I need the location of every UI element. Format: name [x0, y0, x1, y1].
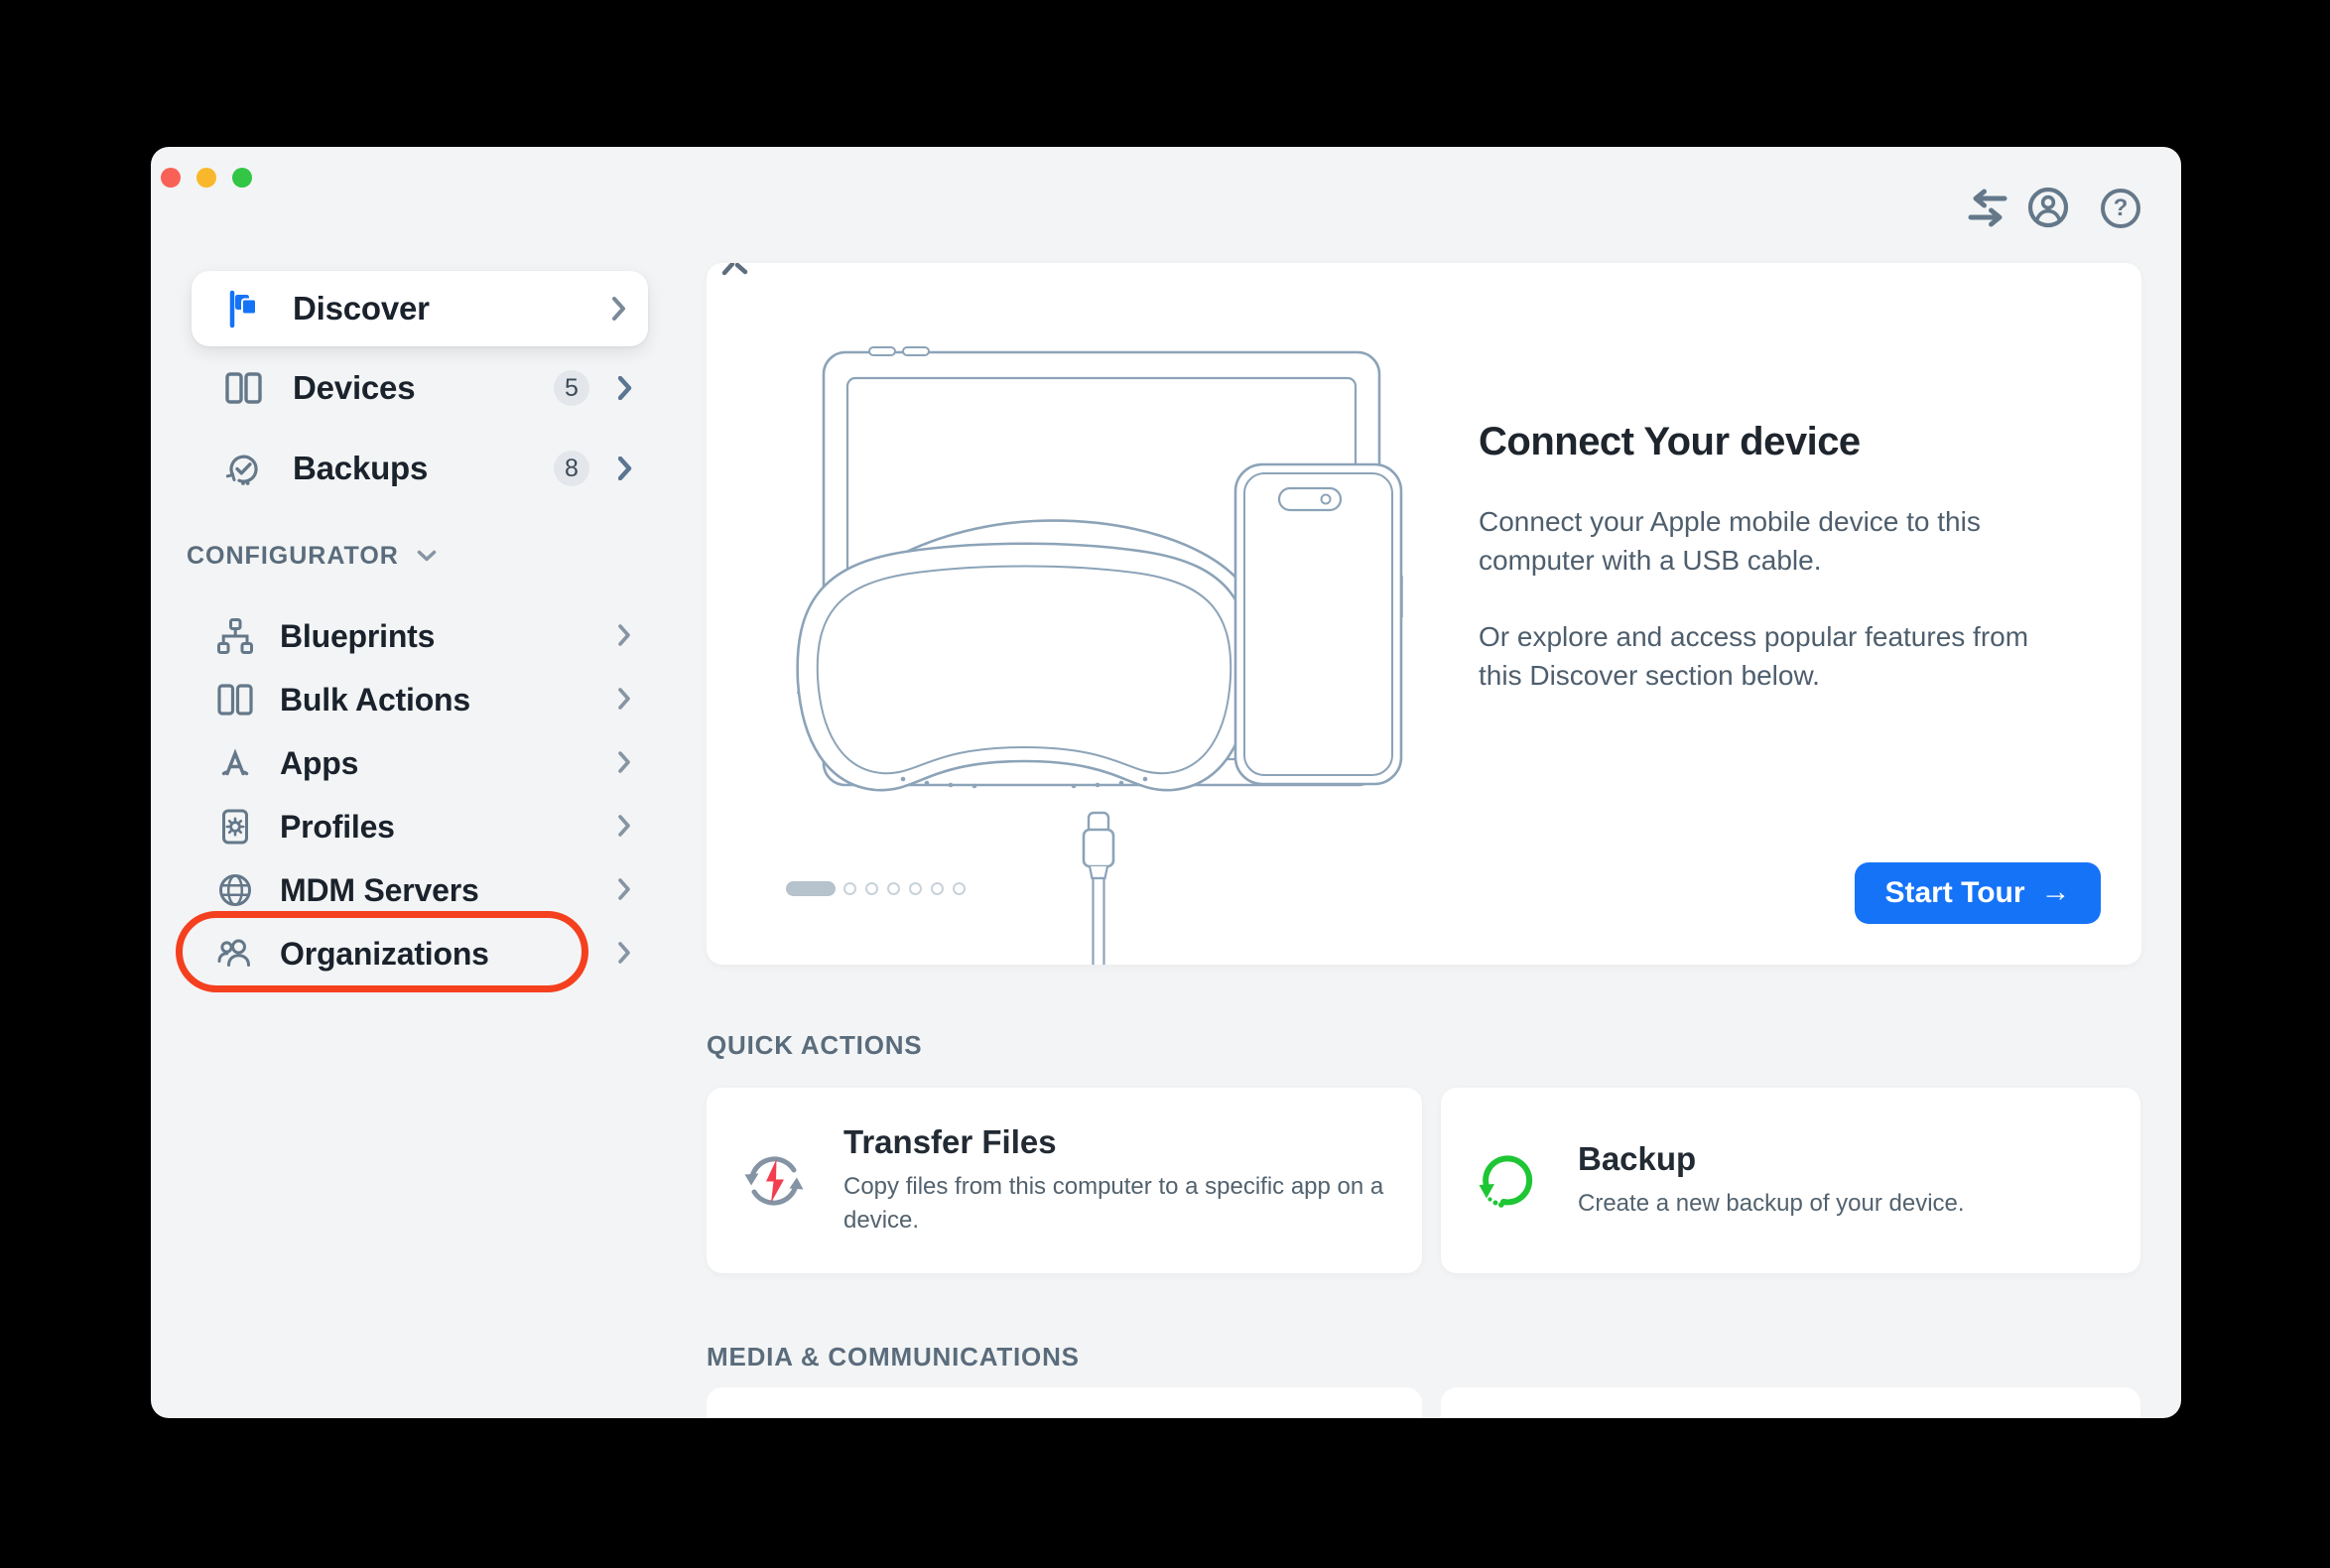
sidebar-item-discover[interactable]: Discover — [192, 271, 648, 346]
globe-icon — [215, 870, 255, 910]
help-glyph: ? — [2114, 195, 2129, 222]
bulk-actions-icon — [215, 680, 255, 719]
sidebar-item-apps[interactable]: Apps — [192, 731, 648, 795]
chevron-right-icon — [618, 942, 632, 966]
hero-title: Connect Your device — [1479, 420, 2074, 464]
count-badge: 5 — [554, 370, 589, 406]
devices-illustration — [786, 342, 1421, 965]
sidebar-item-label: Backups — [293, 450, 428, 487]
hero-paragraph-1: Connect your Apple mobile device to this… — [1479, 502, 2074, 580]
quick-actions-heading: QUICK ACTIONS — [707, 1030, 922, 1061]
carousel-dot[interactable] — [953, 882, 966, 895]
sidebar-item-profiles[interactable]: Profiles — [192, 795, 648, 858]
flag-icon — [221, 289, 265, 328]
card-title: Backup — [1578, 1140, 1965, 1178]
hero-paragraph-2: Or explore and access popular features f… — [1479, 617, 2074, 695]
carousel-dot[interactable] — [865, 882, 878, 895]
close-window-button[interactable] — [161, 168, 181, 188]
sidebar-item-blueprints[interactable]: Blueprints — [192, 604, 648, 668]
hero-card: Connect Your device Connect your Apple m… — [707, 263, 2141, 965]
chevron-right-icon — [618, 815, 632, 839]
chevron-down-icon — [417, 550, 437, 563]
carousel-dot-active[interactable] — [786, 881, 836, 896]
sidebar-item-devices[interactable]: Devices 5 — [192, 356, 648, 420]
card-title: Transfer Files — [843, 1123, 1414, 1161]
chevron-right-icon — [618, 878, 632, 902]
partial-card[interactable] — [1441, 1387, 2140, 1418]
app-store-icon — [215, 743, 255, 783]
sidebar-item-backups[interactable]: Backups 8 — [192, 437, 648, 500]
sidebar-item-bulk-actions[interactable]: Bulk Actions — [192, 668, 648, 731]
minimize-window-button[interactable] — [196, 168, 216, 188]
media-communications-heading: MEDIA & COMMUNICATIONS — [707, 1342, 1080, 1372]
partial-card[interactable] — [707, 1387, 1422, 1418]
card-description: Create a new backup of your device. — [1578, 1187, 1965, 1221]
app-window: ? Discover Devices 5 — [151, 147, 2181, 1418]
sidebar-item-label: MDM Servers — [280, 872, 479, 909]
sidebar-item-label: Blueprints — [280, 618, 435, 655]
backup-card[interactable]: Backup Create a new backup of your devic… — [1441, 1088, 2140, 1273]
carousel-dot[interactable] — [931, 882, 944, 895]
carousel-dot[interactable] — [887, 882, 900, 895]
sidebar-item-mdm-servers[interactable]: MDM Servers — [192, 858, 648, 922]
profiles-icon — [215, 807, 255, 847]
carousel-dot[interactable] — [909, 882, 922, 895]
sidebar-item-label: Organizations — [280, 936, 489, 973]
chevron-right-icon — [618, 457, 632, 480]
backup-restore-icon — [1475, 1147, 1542, 1215]
section-label-text: CONFIGURATOR — [187, 542, 399, 571]
sync-lightning-icon — [740, 1147, 808, 1215]
blueprints-icon — [215, 616, 255, 656]
screenshot-stage: ? Discover Devices 5 — [0, 0, 2330, 1568]
sidebar-item-organizations[interactable]: Organizations — [192, 922, 648, 985]
help-icon[interactable]: ? — [2101, 189, 2140, 228]
start-tour-label: Start Tour — [1884, 876, 2024, 910]
chevron-right-icon — [618, 688, 632, 712]
count-badge: 8 — [554, 451, 589, 486]
sidebar-item-label: Devices — [293, 369, 415, 407]
sidebar-item-label: Profiles — [280, 809, 395, 846]
start-tour-button[interactable]: Start Tour → — [1855, 862, 2101, 924]
sidebar-item-label: Discover — [293, 290, 430, 327]
chevron-right-icon — [612, 297, 626, 321]
sidebar-item-label: Apps — [280, 745, 358, 782]
carousel-dot[interactable] — [843, 882, 856, 895]
transfer-files-card[interactable]: Transfer Files Copy files from this comp… — [707, 1088, 1422, 1273]
chevron-right-icon — [618, 751, 632, 775]
sidebar-section-configurator[interactable]: CONFIGURATOR — [187, 542, 437, 571]
chevron-right-icon — [618, 624, 632, 648]
sidebar-item-label: Bulk Actions — [280, 682, 470, 719]
arrow-right-icon: → — [2041, 875, 2071, 909]
account-icon[interactable] — [2027, 187, 2069, 233]
clipped-illustration-fragment — [720, 263, 750, 281]
card-description: Copy files from this computer to a speci… — [843, 1170, 1414, 1238]
devices-icon — [221, 368, 265, 408]
transfer-devices-icon[interactable] — [1965, 187, 2010, 235]
organizations-people-icon — [215, 934, 255, 974]
chevron-right-icon — [618, 376, 632, 400]
zoom-window-button[interactable] — [232, 168, 252, 188]
backup-clock-icon — [221, 449, 265, 488]
